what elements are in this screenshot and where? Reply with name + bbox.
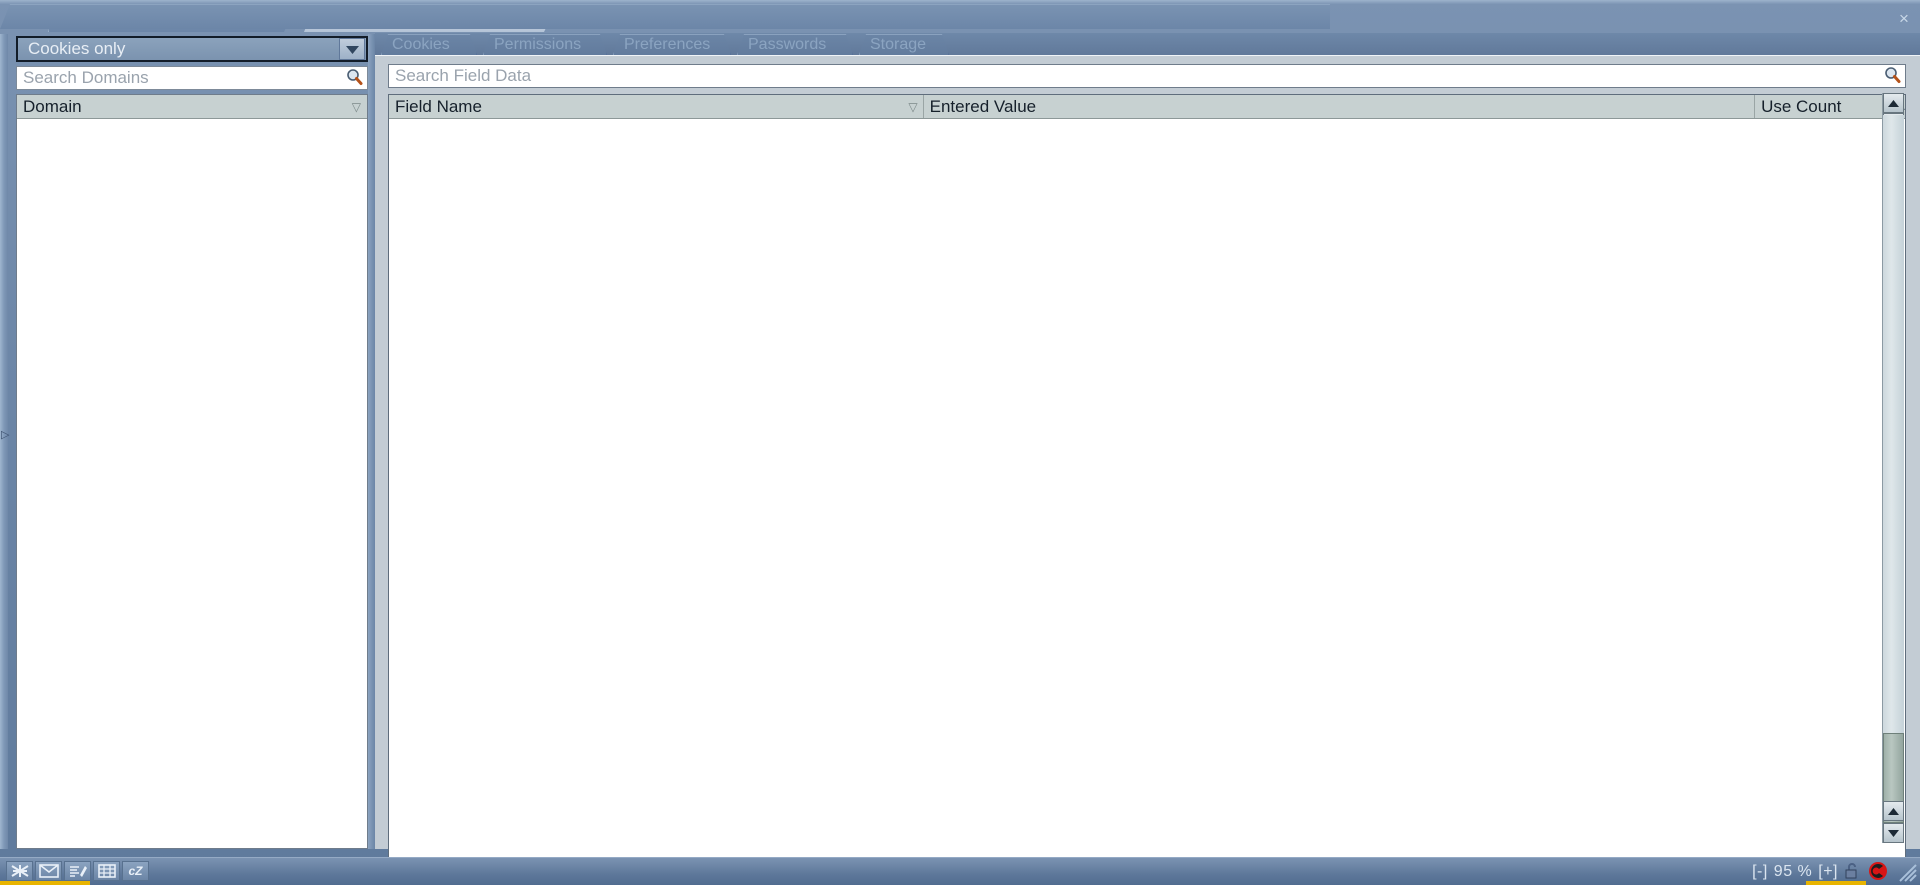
column-label: Field Name: [395, 96, 482, 116]
domains-column-label: Domain: [23, 96, 82, 116]
tab-passwords[interactable]: Passwords: [737, 34, 853, 55]
scroll-up-icon-bottom[interactable]: [1883, 801, 1904, 821]
column-header-entered-value[interactable]: Entered Value: [924, 95, 1756, 118]
domains-list-body[interactable]: [17, 119, 367, 847]
network-icon[interactable]: [6, 861, 33, 881]
addressbook-icon[interactable]: [93, 861, 120, 881]
search-icon[interactable]: [343, 67, 367, 89]
chatzilla-label: cZ: [128, 864, 143, 878]
zoom-decrease-button[interactable]: [-]: [1752, 863, 1768, 881]
column-header-field-name[interactable]: Field Name ▽: [389, 95, 924, 118]
status-accent-left: [0, 881, 90, 885]
search-domains-field[interactable]: Search Domains: [16, 66, 368, 90]
column-label: Use Count: [1761, 96, 1842, 116]
tab-label: Cookies: [392, 36, 450, 53]
domains-pane: Cookies only Search Domains Domain ▽: [8, 34, 368, 849]
chatzilla-icon[interactable]: cZ: [122, 861, 149, 881]
tab-strip-filler: [0, 4, 1330, 29]
filter-type-value: Cookies only: [28, 39, 126, 58]
tab-cookies[interactable]: Cookies: [381, 34, 477, 55]
tab-permissions[interactable]: Permissions: [483, 34, 607, 55]
field-data-table[interactable]: Field Name ▽ Entered Value Use Count: [388, 94, 1906, 869]
close-icon[interactable]: ×: [1894, 9, 1914, 29]
filter-type-dropdown[interactable]: Cookies only: [16, 36, 368, 62]
tab-storage[interactable]: Storage: [859, 34, 949, 55]
left-edge-splitter[interactable]: ▷: [0, 34, 9, 849]
data-manager-content: Cookies Permissions Preferences Password…: [0, 32, 1920, 885]
browser-tab-bar: + zine Problem with ASUS page. • mo...: [0, 4, 1920, 32]
resize-grip-icon[interactable]: [1896, 861, 1918, 883]
data-manager-tab-strip: Cookies Permissions Preferences Password…: [375, 33, 1920, 55]
domains-column-header[interactable]: Domain ▽: [17, 95, 367, 119]
tab-label: Permissions: [494, 36, 582, 53]
search-field-data-placeholder: Search Field Data: [395, 66, 532, 85]
domains-list[interactable]: Domain ▽: [16, 94, 368, 849]
zoom-level-label: 95 %: [1773, 863, 1813, 880]
status-bar-right: [-] 95 % [+]: [1752, 858, 1918, 885]
sort-indicator-icon[interactable]: ▽: [352, 100, 361, 114]
tab-label: Storage: [870, 36, 927, 53]
tab-label: Preferences: [624, 36, 711, 53]
column-label: Entered Value: [929, 96, 1037, 116]
status-component-bar: cZ: [6, 861, 149, 881]
search-field-data-field[interactable]: Search Field Data: [388, 64, 1906, 88]
column-header-use-count[interactable]: Use Count: [1755, 95, 1885, 118]
zoom-increase-button[interactable]: [+]: [1818, 863, 1838, 881]
data-manager-window: + zine Problem with ASUS page. • mo...: [0, 0, 1920, 885]
field-data-scrollbar[interactable]: [1882, 93, 1904, 843]
unlock-icon[interactable]: [1844, 862, 1862, 882]
scroll-up-icon[interactable]: [1883, 93, 1904, 113]
sort-indicator-icon[interactable]: ▽: [908, 100, 917, 114]
tab-label: Passwords: [748, 36, 827, 53]
field-data-table-header: Field Name ▽ Entered Value Use Count: [389, 95, 1905, 119]
scroll-down-icon-bottom[interactable]: [1883, 823, 1904, 843]
composer-icon[interactable]: [64, 861, 91, 881]
seamonkey-icon[interactable]: [1868, 861, 1890, 883]
status-bar: cZ [-] 95 % [+]: [0, 857, 1920, 885]
search-domains-placeholder: Search Domains: [23, 68, 149, 87]
splitter-grip-icon[interactable]: ▷: [1, 424, 9, 446]
chevron-down-icon[interactable]: [339, 38, 365, 60]
field-data-pane: Search Field Data Field Name ▽ Entered V…: [375, 55, 1920, 885]
tab-preferences[interactable]: Preferences: [613, 34, 731, 55]
scrollbar-track[interactable]: [1883, 115, 1904, 823]
field-data-table-body[interactable]: [389, 119, 1905, 867]
mail-icon[interactable]: [35, 861, 62, 881]
search-icon[interactable]: [1881, 65, 1905, 87]
pane-splitter[interactable]: [368, 34, 375, 849]
